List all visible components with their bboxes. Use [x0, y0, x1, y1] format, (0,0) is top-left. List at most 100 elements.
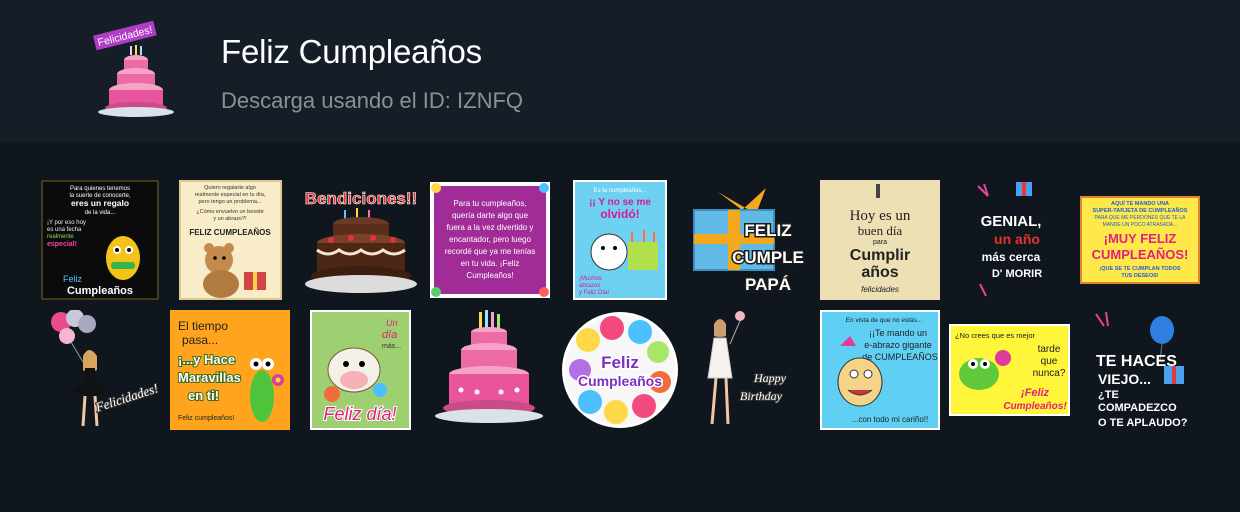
sticker-text: PARA QUE ME PERDONES QUE TE LA [1095, 215, 1187, 221]
sticker-te-haces-viejo[interactable]: TE HACES VIEJO... ¿TE COMPADEZCO O TE AP… [1090, 310, 1190, 432]
sticker-no-se-me-olvido[interactable]: Es tu cumpleaños... ¡¡ Y no se me olvidó… [573, 180, 667, 300]
sticker-text: ¿TE [1098, 389, 1119, 401]
sticker-text: de CUMPLEAÑOS [862, 352, 938, 362]
sticker-text: y Feliz Día! [579, 290, 609, 296]
sticker-text: e-abrazo gigante [864, 340, 932, 350]
sticker-mejor-tarde-que-nunca[interactable]: ¿No crees que es mejor tarde que nunca? … [949, 324, 1070, 416]
sticker-text: realmente [47, 234, 74, 240]
sticker-text: SUPER-TARJETA DE CUMPLEAÑOS [1093, 207, 1188, 214]
sticker-text: ...con todo mi cariño!! [852, 415, 928, 424]
sticker-text: un año [994, 231, 1040, 247]
sticker-text: Hoy es un [850, 208, 911, 224]
sticker-feliz-cumple-papa[interactable]: FELIZ CUMPLE PAPÁ [688, 182, 810, 298]
sticker-felicidades-girl[interactable]: Felicidades! [41, 310, 161, 432]
pack-icon-label: Felicidades! [96, 24, 153, 49]
sticker-text: olvidó! [600, 207, 639, 221]
sticker-text: en ti! [188, 388, 219, 403]
sticker-text: más... [382, 343, 401, 350]
sticker-super-tarjeta[interactable]: AQUÍ TE MANDO UNA SUPER-TARJETA DE CUMPL… [1080, 196, 1200, 284]
sticker-text: ¡Muchos [579, 276, 602, 282]
sticker-text: pero tengo un problema... [199, 199, 262, 205]
sticker-text: TUS DESEOS! [1121, 273, 1158, 279]
sticker-text: para [873, 239, 887, 246]
sticker-text: es una fecha [47, 227, 82, 233]
sticker-text: CUMPLEAÑOS! [1092, 247, 1189, 262]
sticker-text: ¡Feliz [1021, 387, 1050, 399]
sticker-text: Cumpleaños [578, 373, 662, 389]
sticker-text: PAPÁ [745, 275, 791, 294]
sticker-text: de la vida... [85, 210, 116, 216]
sticker-text: Es tu cumpleaños... [594, 188, 647, 194]
sticker-text: especial! [47, 241, 77, 248]
sticker-regalo-de-la-vida[interactable]: Para quienes tenemos la suerte de conoce… [41, 180, 159, 300]
sticker-divertido-encantador[interactable]: Para tu cumpleaños, quería darte algo qu… [430, 182, 550, 298]
sticker-text: ¡QUE SE TE CUMPLAN TODOS [1099, 266, 1181, 272]
sticker-text: ¿Cómo envuelvo un besote [196, 209, 263, 215]
sticker-text: Para quienes tenemos [70, 186, 130, 192]
sticker-text: VIEJO... [1098, 371, 1151, 387]
sticker-text: y un abrazo?! [213, 216, 247, 222]
sticker-text: Feliz día! [323, 404, 396, 424]
sticker-text: GENIAL, [981, 213, 1042, 230]
sticker-text: Cumpleaños! [466, 271, 513, 280]
pack-title: Feliz Cumpleaños [221, 33, 482, 70]
sticker-teddy-besote[interactable]: Quiero regalarte algo realmente especial… [179, 180, 282, 300]
sticker-text: realmente especial en tu día, [195, 192, 266, 198]
sticker-text: Felicidades! [93, 380, 160, 415]
sticker-text: abrazos [579, 283, 600, 289]
pack-download-id: Descarga usando el ID: IZNFQ [221, 88, 524, 113]
sticker-genial-un-ano[interactable]: GENIAL, un año más cerca D' MORIR [970, 180, 1052, 300]
sticker-text: en tu vida. ¡Feliz [461, 259, 520, 268]
sticker-text: Feliz [63, 274, 83, 284]
sticker-text: ¡MUY FELIZ [1104, 231, 1177, 246]
sticker-text: tarde [1038, 344, 1061, 355]
sticker-text: FELIZ CUMPLEAÑOS [189, 228, 271, 237]
sticker-text: ¡¡Te mando un [869, 328, 927, 338]
sticker-text: Maravillas [178, 370, 241, 385]
sticker-un-dia-mas-cow[interactable]: Un día más... Feliz día! [310, 310, 411, 430]
sticker-text: Cumpleaños [67, 285, 133, 297]
sticker-text: Cumpleaños! [1003, 401, 1067, 412]
pack-icon: Felicidades! [90, 18, 176, 122]
sticker-text: Bendiciones!! [305, 189, 417, 208]
sticker-text: día [382, 329, 397, 341]
sticker-bendiciones-cake[interactable]: Bendiciones!! [301, 180, 420, 300]
sticker-text: más cerca [982, 250, 1041, 264]
sticker-maravillas-frog[interactable]: El tiempo pasa... ¡...y Hace Maravillas … [170, 310, 290, 430]
sticker-text: El tiempo [178, 319, 228, 333]
sticker-text: Quiero regalarte algo [204, 185, 256, 191]
sticker-text: pasa... [182, 333, 218, 347]
sticker-text: Cumplir [850, 247, 910, 264]
sticker-text: O TE APLAUDO? [1098, 417, 1188, 429]
sticker-text: que [1041, 356, 1058, 367]
sticker-text: recordé que ya me tenías [445, 247, 536, 256]
sticker-text: eres un regalo [71, 198, 129, 208]
sticker-text: MANDE UN POCO ATRASADA... [1103, 222, 1178, 228]
sticker-text: encantador, pero luego [449, 235, 531, 244]
pack-header: Felicidades! Feliz Cumpleaños Descarga u… [0, 0, 1240, 142]
sticker-text: Happy [753, 371, 787, 385]
sticker-text: nunca? [1033, 368, 1066, 379]
sticker-text: Birthday [740, 389, 783, 403]
sticker-pink-cake[interactable] [433, 310, 545, 430]
sticker-text: CUMPLE [732, 248, 804, 267]
sticker-text: felicidades [861, 285, 899, 294]
sticker-text: años [861, 264, 898, 281]
sticker-text: Feliz cumpleaños! [178, 415, 234, 422]
sticker-buen-dia-cumplir-anos[interactable]: Hoy es un buen día para Cumplir años fel… [820, 180, 940, 300]
sticker-text: COMPADEZCO [1098, 402, 1177, 414]
sticker-text: AQUÍ TE MANDO UNA [1111, 199, 1169, 207]
sticker-text: FELIZ [744, 221, 791, 240]
sticker-text: buen día [858, 223, 903, 238]
sticker-text: En vista de que no estás... [846, 317, 923, 324]
sticker-happy-birthday-girl[interactable]: Happy Birthday [690, 310, 810, 430]
sticker-text: fuera a la vez divertido y [447, 223, 534, 232]
sticker-text: quería darte algo que [452, 211, 529, 220]
sticker-text: Un [386, 318, 398, 328]
sticker-feliz-cumpleanos-balloon[interactable]: Feliz Cumpleaños [560, 310, 680, 430]
sticker-text: ¿No crees que es mejor [955, 331, 1036, 340]
sticker-text: Para tu cumpleaños, [453, 199, 526, 208]
sticker-text: D' MORIR [992, 268, 1042, 280]
sticker-e-abrazo-gigante[interactable]: En vista de que no estás... ¡¡Te mando u… [820, 310, 940, 430]
sticker-text: ¡Y por eso hoy [47, 220, 86, 226]
